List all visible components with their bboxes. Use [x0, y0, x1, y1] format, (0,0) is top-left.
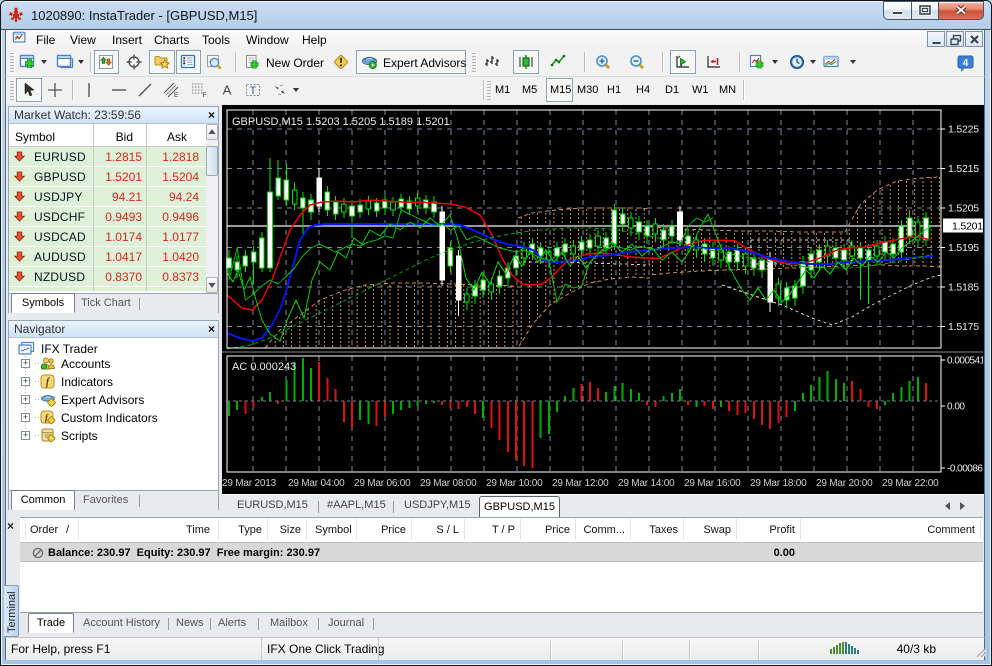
svg-text:1.5185: 1.5185 — [948, 282, 979, 294]
svg-text:29 Mar 2013: 29 Mar 2013 — [222, 478, 277, 489]
svg-text:29 Mar 10:00: 29 Mar 10:00 — [486, 478, 543, 489]
svg-text:29 Mar 06:00: 29 Mar 06:00 — [354, 478, 411, 489]
svg-text:A: A — [223, 83, 232, 98]
svg-text:1.5201: 1.5201 — [952, 221, 983, 233]
svg-text:29 Mar 16:00: 29 Mar 16:00 — [684, 478, 741, 489]
svg-text:29 Mar 04:00: 29 Mar 04:00 — [288, 478, 345, 489]
svg-text:-0.00086: -0.00086 — [947, 464, 983, 475]
svg-text:0.000541: 0.000541 — [947, 356, 983, 367]
svg-text:1.5175: 1.5175 — [948, 321, 979, 333]
svg-text:1.5215: 1.5215 — [948, 163, 979, 175]
svg-text:GBPUSD,M15 1.5203 1.5205 1.51: GBPUSD,M15 1.5203 1.5205 1.5189 1.5201 — [232, 116, 450, 128]
svg-text:1.5195: 1.5195 — [948, 242, 979, 254]
svg-text:F: F — [203, 92, 207, 99]
svg-text:29 Mar 08:00: 29 Mar 08:00 — [420, 478, 477, 489]
svg-text:1.5225: 1.5225 — [948, 124, 979, 136]
svg-text:0.00: 0.00 — [947, 402, 965, 413]
svg-text:29 Mar 12:00: 29 Mar 12:00 — [552, 478, 609, 489]
svg-text:29 Mar 20:00: 29 Mar 20:00 — [816, 478, 873, 489]
svg-text:T: T — [250, 85, 257, 97]
svg-text:AC 0.000243: AC 0.000243 — [232, 361, 296, 373]
svg-text:4: 4 — [963, 58, 969, 69]
svg-text:1.5205: 1.5205 — [948, 203, 979, 215]
svg-text:29 Mar 18:00: 29 Mar 18:00 — [750, 478, 807, 489]
svg-text:29 Mar 22:00: 29 Mar 22:00 — [882, 478, 939, 489]
svg-text:E: E — [174, 92, 179, 99]
svg-text:29 Mar 14:00: 29 Mar 14:00 — [618, 478, 675, 489]
